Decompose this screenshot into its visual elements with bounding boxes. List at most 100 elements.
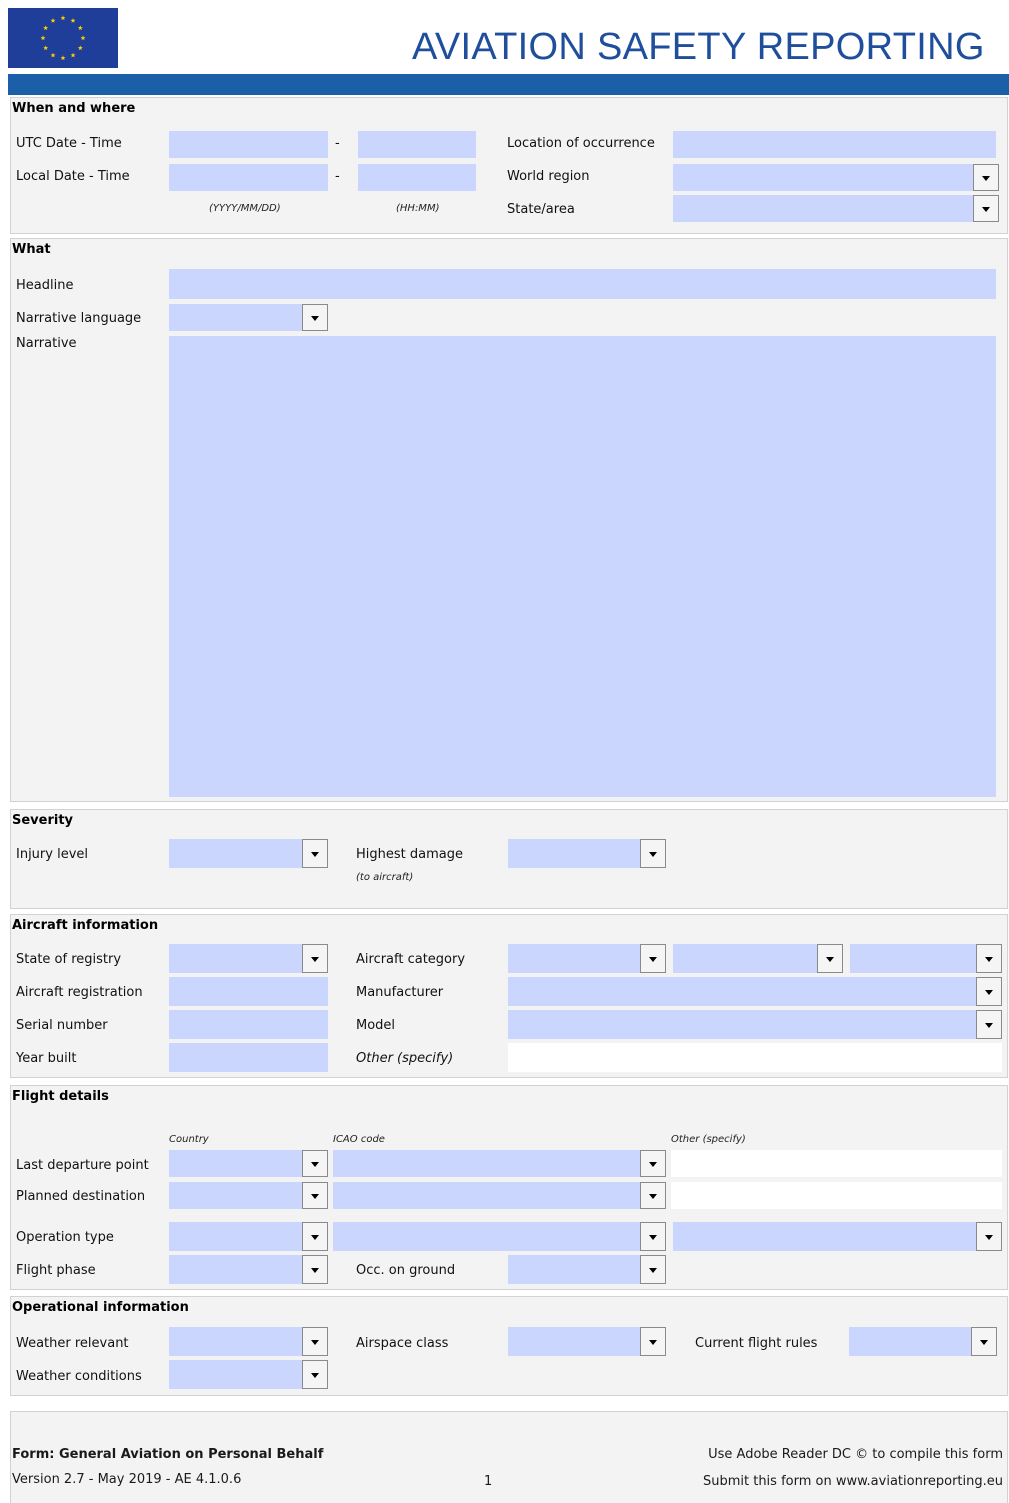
eu-star-icon <box>77 25 83 31</box>
departure-other-field[interactable] <box>671 1150 1002 1177</box>
model-dropdown-icon[interactable] <box>976 1010 1002 1039</box>
icao-column-hint: ICAO code <box>333 1134 385 1145</box>
departure-country-dropdown-icon[interactable] <box>302 1150 328 1177</box>
current-flight-rules-select[interactable] <box>849 1327 971 1356</box>
weather-relevant-dropdown-icon[interactable] <box>302 1327 328 1356</box>
last-departure-label: Last departure point <box>16 1158 149 1173</box>
destination-other-field[interactable] <box>671 1182 1002 1209</box>
operation-type-select-2[interactable] <box>333 1222 640 1251</box>
aircraft-category-select-1[interactable] <box>508 944 640 973</box>
section-title-severity: Severity <box>12 813 74 828</box>
highest-damage-dropdown-icon[interactable] <box>640 839 666 868</box>
date-format-hint: (YYYY/MM/DD) <box>209 203 281 214</box>
utc-date-field[interactable] <box>169 131 328 158</box>
manufacturer-select[interactable] <box>508 977 976 1006</box>
location-field[interactable] <box>673 131 996 158</box>
narrative-textarea[interactable] <box>169 336 996 797</box>
destination-country-dropdown-icon[interactable] <box>302 1182 328 1209</box>
weather-relevant-label: Weather relevant <box>16 1336 129 1351</box>
local-date-field[interactable] <box>169 164 328 191</box>
aircraft-category-2-dropdown-icon[interactable] <box>817 944 843 973</box>
flight-phase-dropdown-icon[interactable] <box>302 1255 328 1284</box>
narrative-language-select[interactable] <box>169 304 302 331</box>
eu-stars-icon <box>40 15 86 61</box>
occ-on-ground-dropdown-icon[interactable] <box>640 1255 666 1284</box>
destination-icao-dropdown-icon[interactable] <box>640 1182 666 1209</box>
state-area-dropdown-icon[interactable] <box>973 195 999 222</box>
section-title-aircraft: Aircraft information <box>12 918 159 933</box>
departure-icao-select[interactable] <box>333 1150 640 1177</box>
eu-star-icon <box>70 52 76 58</box>
year-built-label: Year built <box>16 1051 77 1066</box>
serial-number-field[interactable] <box>169 1010 328 1039</box>
current-flight-rules-dropdown-icon[interactable] <box>971 1327 997 1356</box>
injury-level-label: Injury level <box>16 847 89 862</box>
serial-number-label: Serial number <box>16 1018 108 1033</box>
weather-relevant-select[interactable] <box>169 1327 302 1356</box>
section-title-what: What <box>12 242 51 257</box>
section-title-when-where: When and where <box>12 101 136 116</box>
world-region-dropdown-icon[interactable] <box>973 164 999 191</box>
eu-star-icon <box>43 45 49 51</box>
state-of-registry-select[interactable] <box>169 944 302 973</box>
aircraft-other-field[interactable] <box>508 1043 1002 1072</box>
world-region-select[interactable] <box>673 164 973 191</box>
operation-type-1-dropdown-icon[interactable] <box>302 1222 328 1251</box>
injury-level-select[interactable] <box>169 839 302 868</box>
injury-level-dropdown-icon[interactable] <box>302 839 328 868</box>
state-area-select[interactable] <box>673 195 973 222</box>
planned-destination-label: Planned destination <box>16 1189 146 1204</box>
eu-star-icon <box>80 35 86 41</box>
eu-star-icon <box>40 35 46 41</box>
model-select[interactable] <box>508 1010 976 1039</box>
operation-type-2-dropdown-icon[interactable] <box>640 1222 666 1251</box>
aircraft-category-select-3[interactable] <box>850 944 976 973</box>
manufacturer-label: Manufacturer <box>356 985 444 1000</box>
aircraft-category-1-dropdown-icon[interactable] <box>640 944 666 973</box>
page-title: AVIATION SAFETY REPORTING <box>412 26 985 68</box>
state-of-registry-label: State of registry <box>16 952 122 967</box>
headline-field[interactable] <box>169 269 996 299</box>
departure-icao-dropdown-icon[interactable] <box>640 1150 666 1177</box>
eu-flag-logo <box>8 8 118 68</box>
utc-time-field[interactable] <box>358 131 476 158</box>
world-region-label: World region <box>507 169 590 184</box>
state-of-registry-dropdown-icon[interactable] <box>302 944 328 973</box>
departure-country-select[interactable] <box>169 1150 302 1177</box>
aircraft-category-3-dropdown-icon[interactable] <box>976 944 1002 973</box>
airspace-class-dropdown-icon[interactable] <box>640 1327 666 1356</box>
form-version: Version 2.7 - May 2019 - AE 4.1.0.6 <box>12 1472 242 1487</box>
highest-damage-label: Highest damage <box>356 847 463 862</box>
header-band <box>8 74 1009 95</box>
eu-star-icon <box>50 52 56 58</box>
narrative-language-dropdown-icon[interactable] <box>302 304 328 331</box>
section-title-operational: Operational information <box>12 1300 189 1315</box>
local-date-time-label: Local Date - Time <box>16 169 130 184</box>
utc-date-time-label: UTC Date - Time <box>16 136 122 151</box>
time-format-hint: (HH:MM) <box>396 203 440 214</box>
operation-type-select-3[interactable] <box>673 1222 976 1251</box>
eu-star-icon <box>60 55 66 61</box>
aircraft-registration-field[interactable] <box>169 977 328 1006</box>
highest-damage-select[interactable] <box>508 839 640 868</box>
location-label: Location of occurrence <box>507 136 655 151</box>
weather-conditions-select[interactable] <box>169 1360 302 1389</box>
occ-on-ground-select[interactable] <box>508 1255 640 1284</box>
local-dash: - <box>335 169 340 184</box>
local-time-field[interactable] <box>358 164 476 191</box>
page-number: 1 <box>484 1474 493 1489</box>
operation-type-select-1[interactable] <box>169 1222 302 1251</box>
damage-hint: (to aircraft) <box>356 872 414 883</box>
year-built-field[interactable] <box>169 1043 328 1072</box>
aircraft-category-select-2[interactable] <box>673 944 817 973</box>
occ-on-ground-label: Occ. on ground <box>356 1263 456 1278</box>
airspace-class-select[interactable] <box>508 1327 640 1356</box>
destination-icao-select[interactable] <box>333 1182 640 1209</box>
operation-type-3-dropdown-icon[interactable] <box>976 1222 1002 1251</box>
form-name: Form: General Aviation on Personal Behal… <box>12 1447 324 1462</box>
state-area-label: State/area <box>507 202 575 217</box>
manufacturer-dropdown-icon[interactable] <box>976 977 1002 1006</box>
flight-phase-select[interactable] <box>169 1255 302 1284</box>
weather-conditions-dropdown-icon[interactable] <box>302 1360 328 1389</box>
destination-country-select[interactable] <box>169 1182 302 1209</box>
